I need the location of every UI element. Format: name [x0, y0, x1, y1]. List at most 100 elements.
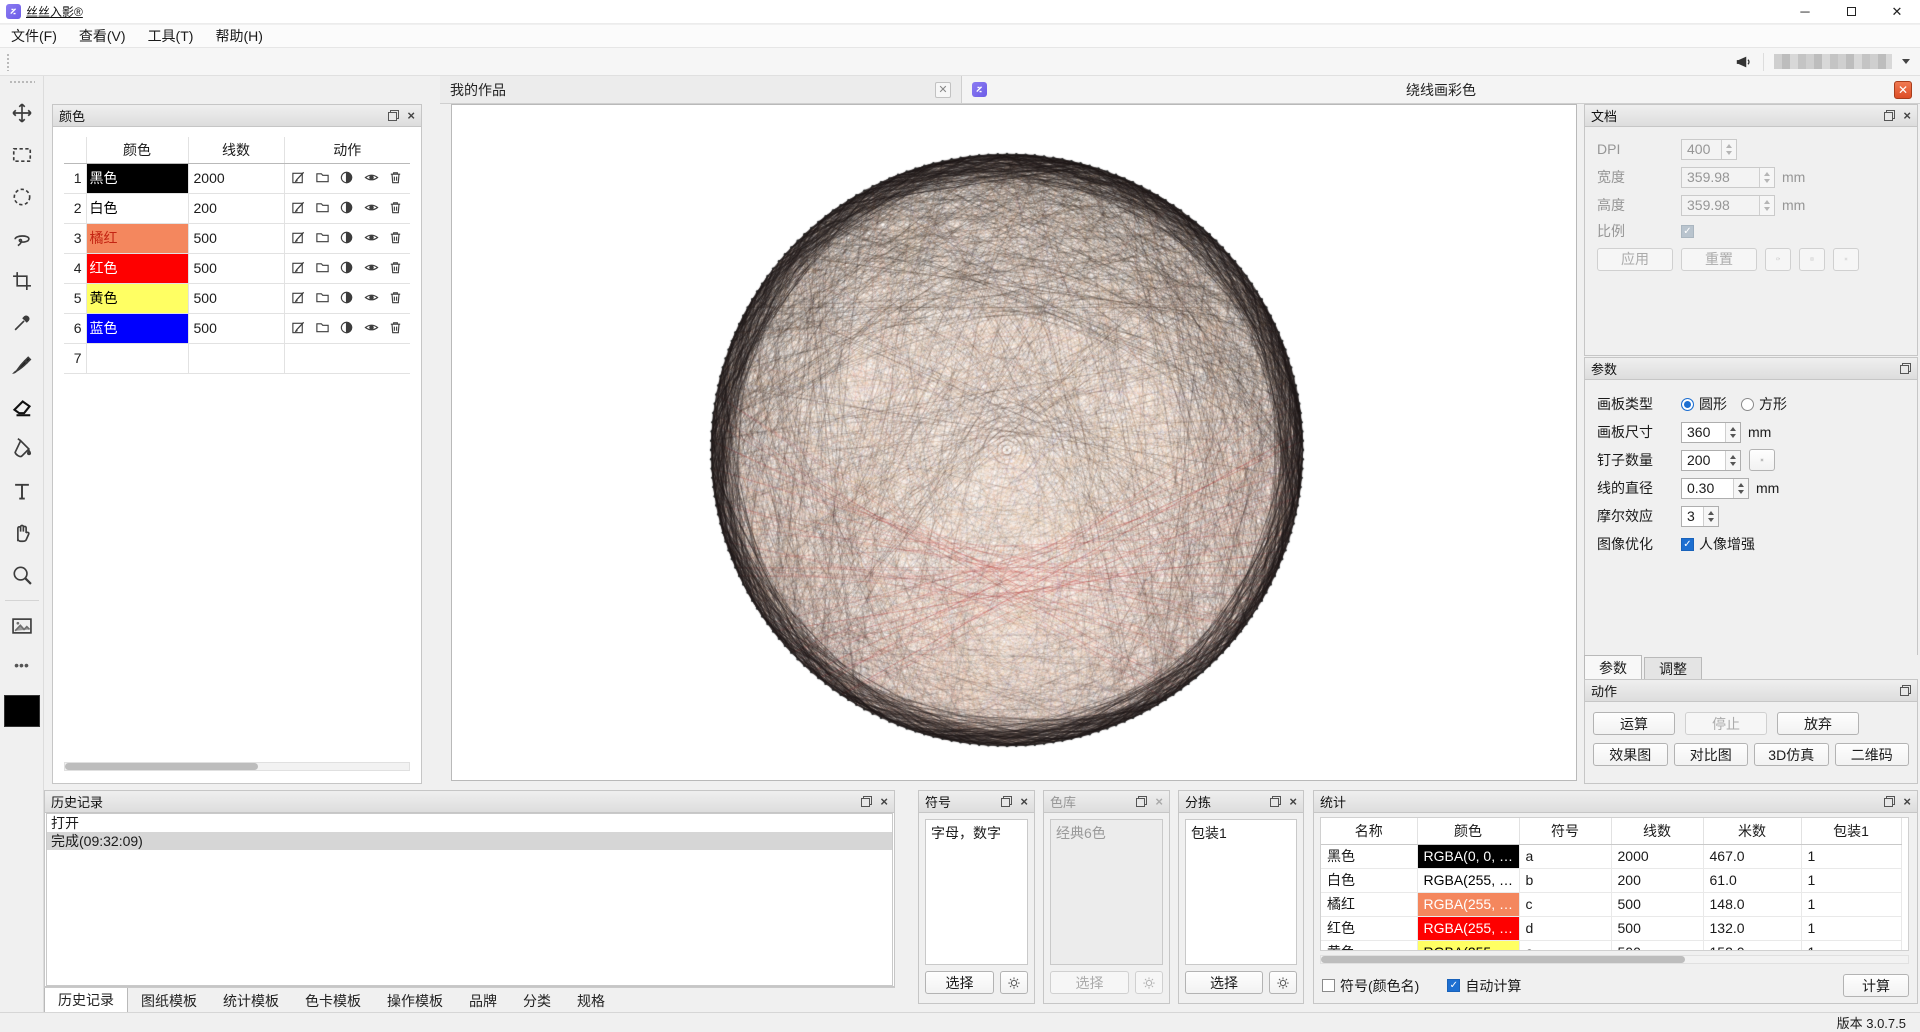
- float-panel-icon[interactable]: [1900, 685, 1911, 696]
- edit-icon[interactable]: [291, 290, 307, 306]
- tab-adjust[interactable]: 调整: [1644, 657, 1702, 679]
- brush-tool-icon[interactable]: [6, 349, 38, 381]
- symbol-gear-icon[interactable]: [1000, 971, 1028, 994]
- foreground-color-swatch[interactable]: [4, 695, 40, 727]
- sorting-select-button[interactable]: 选择: [1185, 971, 1263, 994]
- menu-item-0[interactable]: 文件(F): [0, 24, 68, 48]
- eyedropper-tool-icon[interactable]: [6, 307, 38, 339]
- contrast-icon[interactable]: [339, 320, 355, 336]
- eye-icon[interactable]: [364, 200, 380, 216]
- export-image-button[interactable]: [1765, 248, 1791, 271]
- ratio-checkbox[interactable]: ✓: [1681, 225, 1694, 238]
- folder-icon[interactable]: [315, 290, 331, 306]
- height-spinner[interactable]: 359.98: [1681, 195, 1775, 216]
- bottom-tab-6[interactable]: 分类: [510, 988, 564, 1013]
- close-panel-icon[interactable]: ×: [1155, 796, 1163, 807]
- moire-spinner[interactable]: 3: [1681, 506, 1719, 527]
- close-panel-icon[interactable]: ×: [1903, 110, 1911, 121]
- trash-icon[interactable]: [388, 260, 404, 276]
- symbol-select-button[interactable]: 选择: [925, 971, 994, 994]
- bottom-tab-1[interactable]: 图纸模板: [128, 988, 210, 1013]
- lasso-tool-icon[interactable]: [6, 223, 38, 255]
- symbol-selection[interactable]: 字母，数字: [925, 819, 1028, 965]
- color-row[interactable]: 7: [64, 343, 410, 373]
- move-tool-icon[interactable]: [6, 97, 38, 129]
- menu-item-2[interactable]: 工具(T): [137, 24, 205, 48]
- announcement-icon[interactable]: [1735, 53, 1753, 71]
- eye-icon[interactable]: [364, 230, 380, 246]
- bottom-tab-3[interactable]: 色卡模板: [292, 988, 374, 1013]
- sim3d-button[interactable]: 3D仿真: [1754, 743, 1829, 766]
- fill-tool-icon[interactable]: [6, 433, 38, 465]
- width-spinner[interactable]: 359.98: [1681, 167, 1775, 188]
- abandon-button[interactable]: 放弃: [1777, 712, 1859, 735]
- apply-button[interactable]: 应用: [1597, 248, 1673, 271]
- stats-row[interactable]: 黄色RGBA(255, …e500152.01: [1321, 940, 1901, 951]
- sorting-gear-icon[interactable]: [1269, 971, 1297, 994]
- close-panel-icon[interactable]: ×: [1903, 796, 1911, 807]
- bottom-tab-7[interactable]: 规格: [564, 988, 618, 1013]
- compare-image-button[interactable]: 对比图: [1674, 743, 1749, 766]
- tab-close-icon[interactable]: ✕: [935, 82, 951, 98]
- ellipse-select-tool-icon[interactable]: [6, 181, 38, 213]
- float-panel-icon[interactable]: [388, 110, 399, 121]
- more-tool-icon[interactable]: •••: [6, 652, 38, 684]
- library-select-button[interactable]: 选择: [1050, 971, 1129, 994]
- edit-icon[interactable]: [291, 260, 307, 276]
- stats-row[interactable]: 白色RGBA(255, …b20061.01: [1321, 868, 1901, 892]
- user-account-redacted[interactable]: [1774, 54, 1892, 69]
- reset-button[interactable]: 重置: [1681, 248, 1757, 271]
- contrast-icon[interactable]: [339, 260, 355, 276]
- menu-item-1[interactable]: 查看(V): [68, 24, 137, 48]
- symbol-colorname-checkbox[interactable]: [1322, 979, 1335, 992]
- thread-diameter-spinner[interactable]: 0.30: [1681, 478, 1749, 499]
- close-panel-icon[interactable]: ×: [1020, 796, 1028, 807]
- float-panel-icon[interactable]: [1884, 110, 1895, 121]
- folder-icon[interactable]: [315, 320, 331, 336]
- history-entry[interactable]: 完成(09:32:09): [47, 832, 892, 850]
- close-panel-icon[interactable]: ×: [880, 796, 888, 807]
- image-tool-icon[interactable]: [6, 610, 38, 642]
- trash-icon[interactable]: [388, 320, 404, 336]
- color-row[interactable]: 2白色200: [64, 193, 410, 223]
- edit-icon[interactable]: [291, 200, 307, 216]
- library-gear-icon[interactable]: [1135, 971, 1163, 994]
- calculate-button[interactable]: 计算: [1843, 974, 1909, 997]
- float-panel-icon[interactable]: [1884, 796, 1895, 807]
- eye-icon[interactable]: [364, 290, 380, 306]
- bottom-tab-5[interactable]: 品牌: [456, 988, 510, 1013]
- sorting-selection[interactable]: 包装1: [1185, 819, 1297, 965]
- folder-icon[interactable]: [315, 230, 331, 246]
- trash-icon[interactable]: [388, 200, 404, 216]
- folder-icon[interactable]: [315, 200, 331, 216]
- circle-radio[interactable]: [1681, 398, 1694, 411]
- contrast-icon[interactable]: [339, 200, 355, 216]
- effect-image-button[interactable]: 效果图: [1593, 743, 1668, 766]
- string-art-canvas[interactable]: [452, 105, 1576, 780]
- edit-icon[interactable]: [291, 230, 307, 246]
- bottom-tab-4[interactable]: 操作模板: [374, 988, 456, 1013]
- menu-item-3[interactable]: 帮助(H): [204, 24, 273, 48]
- stats-row[interactable]: 橘红RGBA(255, …c500148.01: [1321, 892, 1901, 916]
- float-panel-icon[interactable]: [1270, 796, 1281, 807]
- eraser-tool-icon[interactable]: [6, 391, 38, 423]
- float-panel-icon[interactable]: [1136, 796, 1147, 807]
- color-row[interactable]: 6蓝色500: [64, 313, 410, 343]
- color-row[interactable]: 3橘红500: [64, 223, 410, 253]
- contrast-icon[interactable]: [339, 170, 355, 186]
- qrcode-button[interactable]: 二维码: [1835, 743, 1910, 766]
- square-radio[interactable]: [1741, 398, 1754, 411]
- contrast-icon[interactable]: [339, 290, 355, 306]
- bottom-tab-0[interactable]: 历史记录: [44, 988, 128, 1013]
- eye-icon[interactable]: [364, 320, 380, 336]
- color-row[interactable]: 1黑色2000: [64, 163, 410, 193]
- history-entry[interactable]: 打开: [47, 814, 892, 832]
- crop-tool-icon[interactable]: [6, 265, 38, 297]
- color-row[interactable]: 5黄色500: [64, 283, 410, 313]
- bottom-tab-2[interactable]: 统计模板: [210, 988, 292, 1013]
- doc-settings-gear-icon[interactable]: [1833, 248, 1859, 271]
- stats-row[interactable]: 黑色RGBA(0, 0, …a2000467.01: [1321, 844, 1901, 868]
- minimize-button[interactable]: ─: [1782, 0, 1828, 24]
- run-button[interactable]: 运算: [1593, 712, 1675, 735]
- eye-icon[interactable]: [364, 260, 380, 276]
